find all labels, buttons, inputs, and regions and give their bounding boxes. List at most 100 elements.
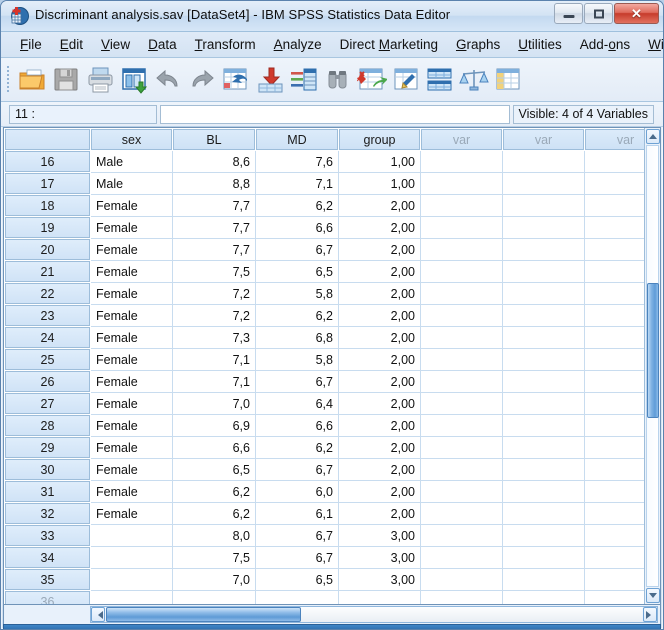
cell-group[interactable]: 1,00 xyxy=(338,172,421,195)
cell-empty[interactable] xyxy=(420,480,503,503)
menu-item-add-ons[interactable]: Add-ons xyxy=(571,35,639,54)
cell-sex[interactable]: Female xyxy=(90,304,173,327)
cell-empty[interactable] xyxy=(502,216,585,239)
cell-empty[interactable] xyxy=(584,150,644,173)
cell-BL[interactable]: 6,2 xyxy=(172,480,256,503)
cell-empty[interactable] xyxy=(420,524,503,547)
cell-group[interactable]: 2,00 xyxy=(338,304,421,327)
cell-sex[interactable]: Female xyxy=(90,480,173,503)
cell-group[interactable]: 2,00 xyxy=(338,282,421,305)
cell-BL[interactable]: 7,0 xyxy=(172,392,256,415)
cell-empty[interactable] xyxy=(584,326,644,349)
cell-sex[interactable]: Male xyxy=(90,150,173,173)
row-header[interactable]: 32 xyxy=(4,502,91,525)
cell-sex[interactable]: Female xyxy=(90,392,173,415)
row-header[interactable]: 19 xyxy=(4,216,91,239)
cell-empty[interactable] xyxy=(584,414,644,437)
cell-group[interactable]: 3,00 xyxy=(338,568,421,591)
cell-empty[interactable] xyxy=(420,414,503,437)
cell-empty[interactable] xyxy=(502,392,585,415)
cell-empty[interactable] xyxy=(584,436,644,459)
cell-MD[interactable]: 6,4 xyxy=(255,392,339,415)
row-header[interactable]: 17 xyxy=(4,172,91,195)
menu-item-transform[interactable]: Transform xyxy=(186,35,265,54)
cell-empty[interactable] xyxy=(502,172,585,195)
menu-item-direct-marketing[interactable]: Direct Marketing xyxy=(331,35,447,54)
column-header-MD[interactable]: MD xyxy=(255,128,339,151)
cell-empty[interactable] xyxy=(502,480,585,503)
cell-empty[interactable] xyxy=(584,480,644,503)
menu-item-file[interactable]: File xyxy=(11,35,51,54)
column-header-var-4[interactable]: var xyxy=(420,128,503,151)
cell-empty[interactable] xyxy=(502,326,585,349)
cell-group[interactable]: 2,00 xyxy=(338,194,421,217)
cell-sex[interactable]: Female xyxy=(90,458,173,481)
row-header[interactable]: 20 xyxy=(4,238,91,261)
cell-sex[interactable]: Male xyxy=(90,172,173,195)
cell-MD[interactable]: 6,2 xyxy=(255,304,339,327)
cell-sex[interactable]: Female xyxy=(90,282,173,305)
minimize-button[interactable] xyxy=(554,3,583,24)
redo-icon[interactable] xyxy=(185,63,219,97)
cell-empty[interactable] xyxy=(584,304,644,327)
variables-icon[interactable] xyxy=(287,63,321,97)
cell-empty[interactable] xyxy=(420,502,503,525)
cell-empty[interactable] xyxy=(420,546,503,569)
cell-empty[interactable] xyxy=(420,172,503,195)
cell-empty[interactable] xyxy=(584,458,644,481)
cell-group[interactable]: 2,00 xyxy=(338,216,421,239)
vertical-scrollbar[interactable] xyxy=(644,128,660,604)
cell-group[interactable]: 3,00 xyxy=(338,524,421,547)
cell-BL[interactable]: 7,1 xyxy=(172,370,256,393)
cell-BL[interactable]: 6,2 xyxy=(172,502,256,525)
cell-empty[interactable] xyxy=(584,172,644,195)
cell-MD[interactable]: 6,6 xyxy=(255,414,339,437)
cell-empty[interactable] xyxy=(502,568,585,591)
horizontal-scrollbar[interactable] xyxy=(90,606,658,623)
cell-empty[interactable] xyxy=(584,194,644,217)
cell-sex[interactable] xyxy=(90,546,173,569)
cell-BL[interactable]: 7,5 xyxy=(172,260,256,283)
cell-sex[interactable]: Female xyxy=(90,502,173,525)
row-header[interactable]: 29 xyxy=(4,436,91,459)
cell-empty[interactable] xyxy=(420,238,503,261)
cell-BL[interactable]: 7,2 xyxy=(172,282,256,305)
cell-empty[interactable] xyxy=(502,414,585,437)
grid-corner-header[interactable] xyxy=(4,128,91,151)
cell-empty[interactable] xyxy=(420,150,503,173)
cell-empty[interactable] xyxy=(584,370,644,393)
cell-BL[interactable]: 7,5 xyxy=(172,546,256,569)
vertical-scroll-track[interactable] xyxy=(646,145,659,587)
cell-empty[interactable] xyxy=(502,238,585,261)
cell-empty[interactable] xyxy=(584,568,644,591)
cell-group[interactable]: 2,00 xyxy=(338,348,421,371)
cell-MD[interactable]: 6,2 xyxy=(255,436,339,459)
cell-MD[interactable]: 7,1 xyxy=(255,172,339,195)
cell-empty[interactable] xyxy=(584,238,644,261)
cell-empty[interactable] xyxy=(502,370,585,393)
row-header[interactable]: 28 xyxy=(4,414,91,437)
menu-item-window[interactable]: Window xyxy=(639,35,663,54)
cell-group[interactable] xyxy=(338,590,421,604)
undo-icon[interactable] xyxy=(151,63,185,97)
goto-variable-icon[interactable] xyxy=(253,63,287,97)
cell-group[interactable]: 3,00 xyxy=(338,546,421,569)
cell-sex[interactable]: Female xyxy=(90,260,173,283)
menu-item-view[interactable]: View xyxy=(92,35,139,54)
cell-group[interactable]: 2,00 xyxy=(338,326,421,349)
find-icon[interactable] xyxy=(321,63,355,97)
cell-BL[interactable]: 7,1 xyxy=(172,348,256,371)
cell-empty[interactable] xyxy=(502,304,585,327)
cell-MD[interactable]: 5,8 xyxy=(255,348,339,371)
cell-empty[interactable] xyxy=(420,304,503,327)
cell-empty[interactable] xyxy=(584,546,644,569)
view-tab-strip[interactable] xyxy=(3,624,661,629)
cell-sex[interactable]: Female xyxy=(90,348,173,371)
row-header[interactable]: 27 xyxy=(4,392,91,415)
cell-empty[interactable] xyxy=(420,568,503,591)
vertical-scroll-thumb[interactable] xyxy=(647,283,659,418)
cell-BL[interactable]: 7,3 xyxy=(172,326,256,349)
cell-MD[interactable]: 6,5 xyxy=(255,568,339,591)
scroll-down-button[interactable] xyxy=(646,588,660,603)
horizontal-scroll-track[interactable] xyxy=(106,607,642,622)
